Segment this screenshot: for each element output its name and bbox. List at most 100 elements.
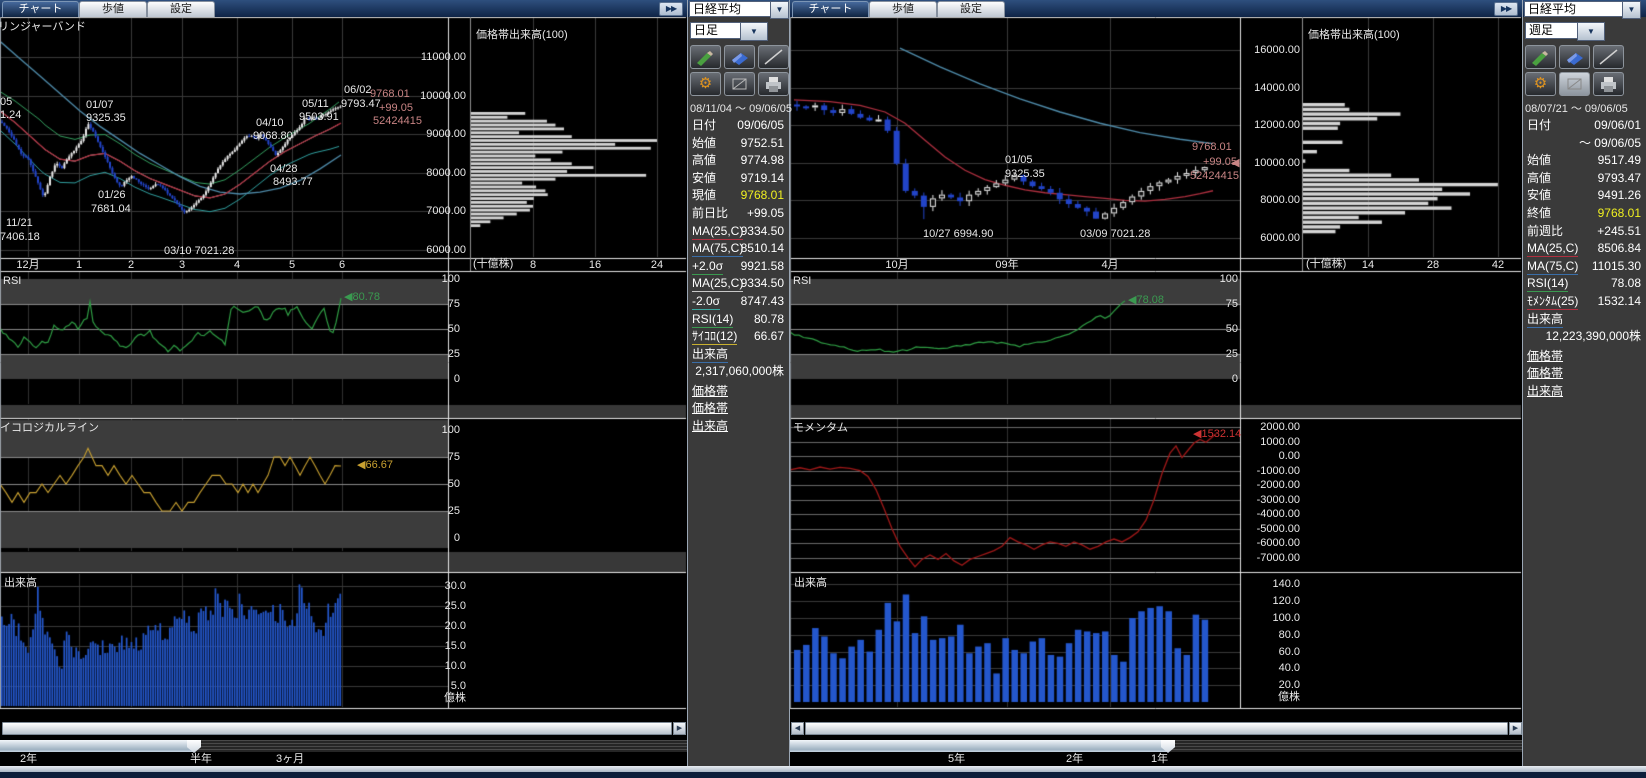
- left-symbol-select[interactable]: 日経平均: [689, 1, 776, 17]
- chart-canvas[interactable]: [0, 0, 1646, 778]
- right-range-preset-label[interactable]: 5年: [948, 753, 965, 765]
- left-scroll-right-button[interactable]: ▶: [673, 722, 686, 735]
- info-row-label: 出来高: [1527, 312, 1563, 328]
- info-row-label: MA(75,C): [1527, 259, 1578, 275]
- left-chart-annotation: 05: [0, 96, 12, 108]
- printer-icon: [1594, 73, 1623, 95]
- right-chart-hscrollbar[interactable]: [805, 722, 1508, 735]
- right-info-panel: 日経平均 ▼ 週足 ▼ ⚙ 08/07/21 ～ 09/06/05 日付09/0…: [1522, 0, 1646, 766]
- right-volume-tick: 120.0: [1272, 595, 1300, 607]
- left-tab-0[interactable]: チャート: [2, 1, 79, 17]
- left-symbol-dropdown-arrow[interactable]: ▼: [770, 1, 789, 19]
- left-psych-tick: 75: [448, 451, 460, 463]
- left-range-preset-label[interactable]: 2年: [20, 753, 37, 765]
- shape-tool-button[interactable]: [724, 72, 755, 96]
- info-row-label: 安値: [692, 171, 716, 185]
- right-symbol-select[interactable]: 日経平均: [1524, 1, 1628, 17]
- right-volume-tick: 20.0: [1279, 679, 1300, 691]
- eraser-button[interactable]: [724, 45, 755, 69]
- right-range-preset-label[interactable]: 1年: [1151, 753, 1168, 765]
- right-period-dropdown-arrow[interactable]: ▼: [1577, 22, 1605, 41]
- trendline-icon: [1594, 46, 1623, 68]
- left-chart-annotation: 1.24: [0, 109, 21, 121]
- right-symbol-dropdown-arrow[interactable]: ▼: [1622, 1, 1641, 19]
- left-period-select[interactable]: 日足: [690, 22, 742, 39]
- left-tab-2[interactable]: 設定: [147, 1, 215, 17]
- left-psych-title: サイコロジカルライン: [0, 422, 99, 434]
- left-expand-button[interactable]: ▶▶: [659, 2, 683, 16]
- shape-tool-button[interactable]: [1559, 72, 1590, 96]
- left-info-row: RSI(14)80.78: [688, 312, 789, 328]
- right-range-slider-fill: [790, 740, 1168, 752]
- info-row-label: 安値: [1527, 188, 1551, 202]
- left-date-range: 08/11/04 ～ 09/06/05: [690, 103, 792, 115]
- right-rsi-title: RSI: [793, 275, 811, 287]
- right-tab-0[interactable]: チャート: [792, 1, 869, 17]
- right-scroll-left-button[interactable]: ◀: [791, 722, 804, 735]
- print-button[interactable]: [758, 72, 789, 96]
- left-info-row: 日付09/06/05: [688, 118, 789, 134]
- info-row-label: RSI(14): [692, 312, 733, 328]
- info-row-value: 11015.30: [1592, 259, 1641, 273]
- left-link-0[interactable]: 価格帯: [692, 382, 728, 399]
- settings-gear-button[interactable]: ⚙: [690, 72, 721, 96]
- left-chart-annotation: 9068.80: [253, 130, 293, 142]
- right-link-2[interactable]: 出来高: [1527, 382, 1563, 399]
- left-info-row: -2.0σ8747.43: [688, 294, 789, 310]
- settings-gear-button[interactable]: ⚙: [1525, 72, 1556, 96]
- line-tool-button[interactable]: [758, 45, 789, 69]
- right-tab-2[interactable]: 設定: [937, 1, 1005, 17]
- info-row-value: 09/06/01: [1594, 118, 1641, 132]
- info-row-value: 9491.26: [1598, 188, 1641, 202]
- info-row-value: 66.67: [754, 329, 784, 343]
- print-button[interactable]: [1593, 72, 1624, 96]
- info-row-label: +2.0σ: [692, 259, 723, 275]
- right-price-tick: 12000.00: [1254, 119, 1300, 131]
- line-tool-button[interactable]: [1593, 45, 1624, 69]
- right-period-select[interactable]: 週足: [1525, 22, 1579, 39]
- right-histogram-title: 価格帯出来高(100): [1308, 29, 1400, 41]
- left-chart-annotation: 52424415: [373, 115, 422, 127]
- right-rsi-tick: 25: [1226, 348, 1238, 360]
- left-chart-hscrollbar[interactable]: [2, 722, 672, 735]
- right-link-1[interactable]: 価格帯: [1527, 364, 1563, 381]
- right-link-0[interactable]: 価格帯: [1527, 347, 1563, 364]
- right-tab-1[interactable]: 歩値: [869, 1, 937, 17]
- right-info-row: 日付09/06/01: [1523, 118, 1646, 134]
- right-momentum-tick: -6000.00: [1257, 537, 1300, 549]
- info-row-value: 9768.01: [741, 188, 784, 202]
- right-price-tick: 8000.00: [1260, 194, 1300, 206]
- right-volume-tick: 80.0: [1279, 629, 1300, 641]
- eraser-button[interactable]: [1559, 45, 1590, 69]
- draw-pencil-button[interactable]: [1525, 45, 1556, 69]
- draw-pencil-button[interactable]: [690, 45, 721, 69]
- left-range-preset-label[interactable]: 3ヶ月: [276, 753, 304, 765]
- info-row-label: ｻｲｺﾛ(12): [692, 329, 737, 345]
- left-chart-annotation: 01/07: [86, 99, 114, 111]
- left-link-1[interactable]: 価格帯: [692, 399, 728, 416]
- left-rsi-tick: 50: [448, 323, 460, 335]
- left-link-2[interactable]: 出来高: [692, 417, 728, 434]
- right-info-row: 安値 9491.26: [1523, 188, 1646, 204]
- right-chart-annotation: 9768.01: [1192, 141, 1232, 153]
- left-period-dropdown-arrow[interactable]: ▼: [740, 22, 768, 41]
- right-momentum-tick: 0.00: [1279, 450, 1300, 462]
- info-row-label: 現値: [692, 188, 716, 202]
- left-histogram-title: 価格帯出来高(100): [476, 29, 568, 41]
- right-momentum-tick: -2000.00: [1257, 479, 1300, 491]
- right-chart-annotation: 10/27 6994.90: [923, 228, 993, 240]
- right-expand-button[interactable]: ▶▶: [1494, 2, 1518, 16]
- right-histogram-unit: (十億株): [1306, 258, 1346, 270]
- left-range-preset-label[interactable]: 半年: [190, 753, 212, 765]
- right-range-preset-label[interactable]: 2年: [1066, 753, 1083, 765]
- right-price-tick: 6000.00: [1260, 232, 1300, 244]
- right-date-range: 08/07/21 ～ 09/06/05: [1525, 103, 1628, 115]
- right-scroll-right-button[interactable]: ▶: [1509, 722, 1522, 735]
- left-tab-1[interactable]: 歩値: [79, 1, 147, 17]
- left-psych-tick: 0: [454, 532, 460, 544]
- left-chart-annotation: 01/26: [98, 189, 126, 201]
- right-volume-tick: 140.0: [1272, 578, 1300, 590]
- info-row-value: 78.08: [1611, 276, 1641, 290]
- left-chart-annotation: 06/02: [344, 84, 372, 96]
- left-psych-tick: 25: [448, 505, 460, 517]
